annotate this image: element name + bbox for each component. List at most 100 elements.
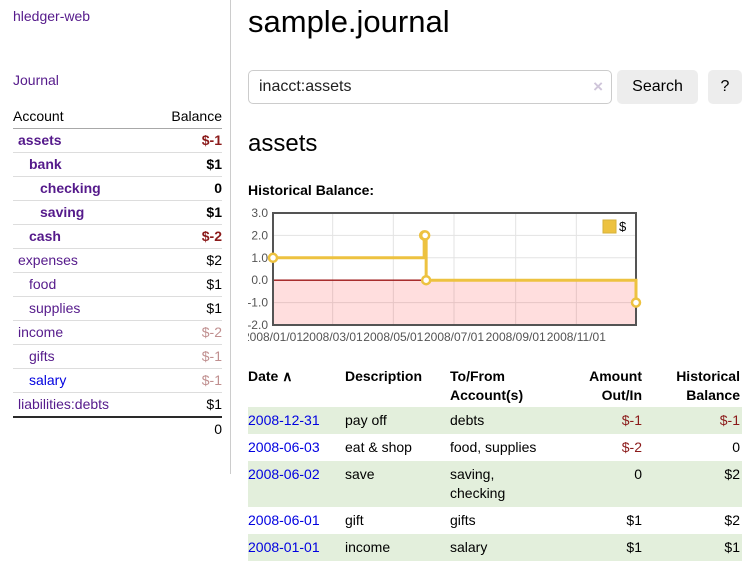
account-row: supplies $1 <box>13 297 222 321</box>
x-axis-tick-label: 2008/07/01 <box>424 330 484 344</box>
transaction-accounts: saving, checking <box>450 461 560 507</box>
y-axis-tick-label: 1.0 <box>251 251 268 265</box>
account-row: checking 0 <box>13 177 222 201</box>
account-link[interactable]: salary <box>29 372 66 388</box>
account-balance: $-1 <box>150 345 222 369</box>
accounts-total-spacer <box>13 417 150 441</box>
account-balance: 0 <box>150 177 222 201</box>
account-balance: $2 <box>150 249 222 273</box>
account-balance: $1 <box>150 153 222 177</box>
transaction-date-link[interactable]: 2008-06-02 <box>248 466 320 482</box>
account-link[interactable]: expenses <box>18 252 78 268</box>
y-axis-tick-label: 2.0 <box>251 228 268 242</box>
transaction-amount: 0 <box>560 461 644 507</box>
register-header-balance: Historical Balance <box>644 365 742 407</box>
register-header-row: Date ∧ Description To/From Account(s) Am… <box>248 365 742 407</box>
account-balance: $1 <box>150 297 222 321</box>
transaction-amount: $-1 <box>560 407 644 434</box>
transaction-accounts: debts <box>450 407 560 434</box>
search-field-wrap: × <box>248 70 612 104</box>
accounts-header-balance: Balance <box>150 105 222 129</box>
account-row: liabilities:debts$1 <box>13 393 222 418</box>
account-balance: $-2 <box>150 225 222 249</box>
account-link[interactable]: gifts <box>29 348 55 364</box>
accounts-header-account: Account <box>13 105 150 129</box>
search-bar: × Search ? <box>248 70 742 104</box>
accounts-total-row: 0 <box>13 417 222 441</box>
transaction-description: gift <box>345 507 450 534</box>
account-link[interactable]: liabilities:debts <box>18 396 109 412</box>
register-row: 2008-06-01giftgifts$1$2 <box>248 507 742 534</box>
account-balance: $-2 <box>150 321 222 345</box>
transaction-amount: $1 <box>560 507 644 534</box>
account-link[interactable]: assets <box>18 132 62 148</box>
transaction-accounts: food, supplies <box>450 434 560 461</box>
account-link[interactable]: bank <box>29 156 62 172</box>
x-axis-tick-label: 2008/09/01 <box>486 330 546 344</box>
account-link[interactable]: checking <box>40 180 101 196</box>
transaction-balance: $2 <box>644 507 742 534</box>
nav-journal-link[interactable]: Journal <box>13 72 59 88</box>
main-content: sample.journal × Search ? assets Histori… <box>248 0 742 561</box>
data-point-marker <box>269 254 277 262</box>
account-row: bank $1 <box>13 153 222 177</box>
legend-swatch <box>603 220 616 233</box>
account-row: food $1 <box>13 273 222 297</box>
account-balance: $-1 <box>150 369 222 393</box>
transaction-description: pay off <box>345 407 450 434</box>
transaction-description: save <box>345 461 450 507</box>
accounts-table: Account Balance assets$-1bank$1checking0… <box>13 105 222 441</box>
register-header-description: Description <box>345 365 450 407</box>
account-row: saving $1 <box>13 201 222 225</box>
transaction-date-link[interactable]: 2008-06-01 <box>248 512 320 528</box>
account-link[interactable]: food <box>29 276 56 292</box>
transaction-description: income <box>345 534 450 561</box>
account-link[interactable]: supplies <box>29 300 80 316</box>
register-header-date[interactable]: Date ∧ <box>248 365 345 407</box>
sidebar-nav: Journal <box>13 72 222 88</box>
data-point-marker <box>422 276 430 284</box>
transaction-balance: $1 <box>644 534 742 561</box>
account-heading: assets <box>248 130 742 158</box>
help-button[interactable]: ? <box>708 70 742 104</box>
transaction-accounts: salary <box>450 534 560 561</box>
y-axis-tick-label: -1.0 <box>248 296 268 310</box>
account-row: gifts $-1 <box>13 345 222 369</box>
transaction-date-link[interactable]: 2008-06-03 <box>248 439 320 455</box>
account-link[interactable]: cash <box>29 228 61 244</box>
x-axis-tick-label: 2008/05/01 <box>363 330 423 344</box>
search-input[interactable] <box>248 70 612 104</box>
account-link[interactable]: income <box>18 324 63 340</box>
sidebar: hledger-web Journal Account Balance asse… <box>0 0 231 474</box>
account-row: salary $-1 <box>13 369 222 393</box>
account-row: assets$-1 <box>13 129 222 153</box>
register-row: 2008-12-31pay offdebts$-1$-1 <box>248 407 742 434</box>
clear-search-icon[interactable]: × <box>593 77 603 97</box>
account-balance: $1 <box>150 273 222 297</box>
account-link[interactable]: saving <box>40 204 84 220</box>
register-header-accounts: To/From Account(s) <box>450 365 560 407</box>
account-balance: $1 <box>150 201 222 225</box>
account-row: cash $-2 <box>13 225 222 249</box>
transaction-balance: 0 <box>644 434 742 461</box>
register-table-body: 2008-12-31pay offdebts$-1$-12008-06-03ea… <box>248 407 742 561</box>
chart-title: Historical Balance: <box>248 182 742 199</box>
x-axis-tick-label: 2008/01/01 <box>248 330 303 344</box>
x-axis-tick-label: 2008/11/01 <box>547 330 606 344</box>
legend-label: $ <box>619 219 627 234</box>
y-axis-tick-label: 3.0 <box>251 208 268 220</box>
transaction-date-link[interactable]: 2008-01-01 <box>248 539 320 555</box>
page-title: sample.journal <box>248 0 742 40</box>
y-axis-tick-label: 0.0 <box>251 273 268 287</box>
app-brand-link[interactable]: hledger-web <box>13 8 90 24</box>
transaction-date-link[interactable]: 2008-12-31 <box>248 412 320 428</box>
register-row: 2008-06-03eat & shopfood, supplies$-20 <box>248 434 742 461</box>
transaction-balance: $2 <box>644 461 742 507</box>
register-row: 2008-06-02 savesaving, checking0$2 <box>248 461 742 507</box>
data-point-marker <box>421 231 429 239</box>
transaction-amount: $1 <box>560 534 644 561</box>
search-button[interactable]: Search <box>617 70 698 104</box>
transaction-description: eat & shop <box>345 434 450 461</box>
register-table: Date ∧ Description To/From Account(s) Am… <box>248 365 742 561</box>
data-point-marker <box>632 299 640 307</box>
